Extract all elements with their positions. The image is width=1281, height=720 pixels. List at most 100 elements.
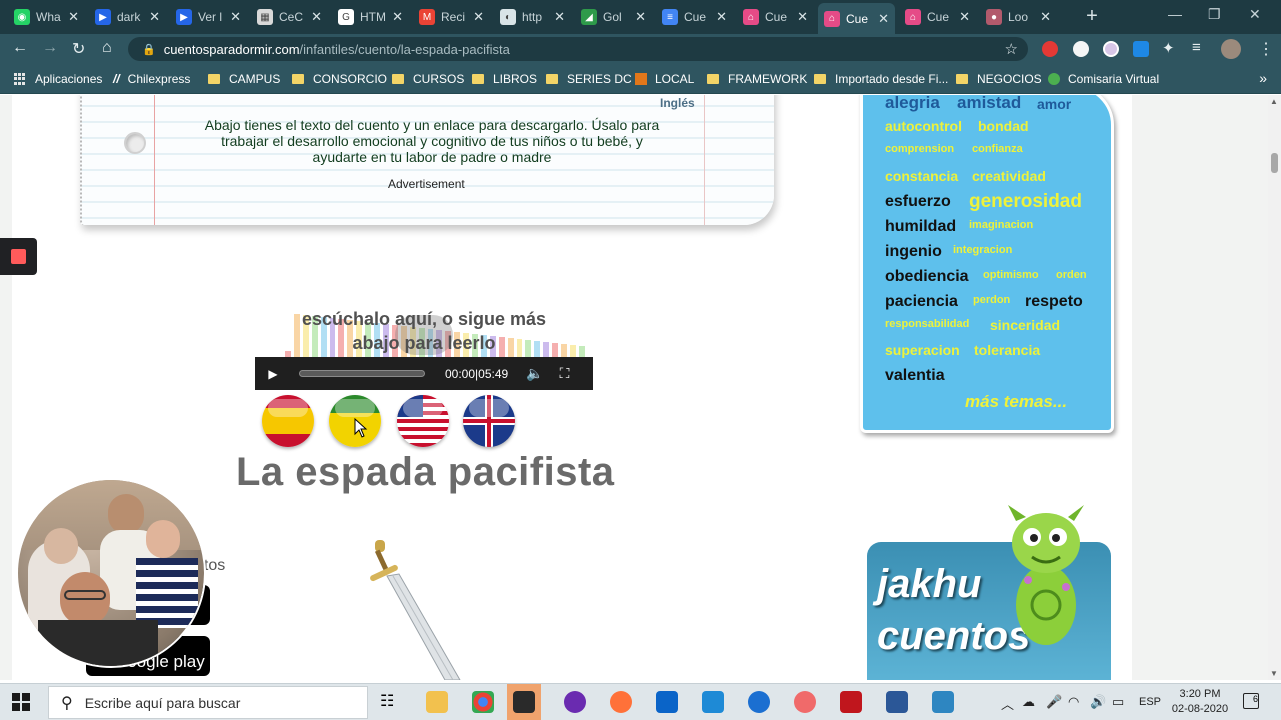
cloud-icon[interactable]: ☁ xyxy=(1022,694,1035,710)
more-bookmarks-icon[interactable]: » xyxy=(1259,70,1267,86)
topic-tag[interactable]: valentia xyxy=(885,367,945,385)
browser-tab[interactable]: ▶ dark ✕ xyxy=(89,4,166,30)
tab-close-icon[interactable]: ✕ xyxy=(149,9,160,25)
tor-icon[interactable] xyxy=(564,691,586,713)
home-icon[interactable]: ⌂ xyxy=(102,39,112,57)
play-icon[interactable]: ▶ xyxy=(265,367,281,381)
bookmark-item[interactable]: CAMPUS xyxy=(208,71,280,87)
topic-tag[interactable]: superacion xyxy=(885,342,960,358)
topic-tag[interactable]: imaginacion xyxy=(969,219,1033,231)
language-indicator[interactable]: ESP xyxy=(1139,696,1161,708)
bookmark-item[interactable]: Comisaria Virtual xyxy=(1048,71,1159,87)
teamviewer-icon[interactable] xyxy=(748,691,770,713)
fullscreen-icon[interactable]: ⛶ xyxy=(560,365,570,382)
minimize-icon[interactable]: — xyxy=(1168,6,1182,22)
topic-tag[interactable]: bondad xyxy=(978,118,1029,134)
task-view-icon[interactable]: ☷ xyxy=(380,691,402,713)
wifi-icon[interactable]: ◠ xyxy=(1068,694,1079,710)
browser-tab[interactable]: ◢ Gol ✕ xyxy=(575,4,652,30)
language-link[interactable]: Inglés xyxy=(660,96,695,110)
photos-icon[interactable] xyxy=(932,691,954,713)
browser-tab[interactable]: ◐ http ✕ xyxy=(494,4,571,30)
menu-dots-icon[interactable]: ⋮ xyxy=(1258,39,1274,59)
flag-usa-icon[interactable] xyxy=(397,395,449,447)
extension-ring-icon[interactable] xyxy=(1103,41,1119,57)
sublime-icon[interactable] xyxy=(513,691,535,713)
notification-center-icon[interactable]: 6 xyxy=(1243,693,1259,709)
topic-tag[interactable]: integracion xyxy=(953,244,1012,256)
reading-list-icon[interactable]: ≡ xyxy=(1192,39,1201,56)
scroll-up-icon[interactable]: ▲ xyxy=(1270,97,1278,106)
bookmark-item[interactable]: SERIES DC xyxy=(546,71,632,87)
bookmark-item[interactable]: // Chilexpress xyxy=(113,71,190,87)
browser-tab[interactable]: ⌂ Cue ✕ xyxy=(818,3,895,34)
bookmark-item[interactable]: Importado desde Fi... xyxy=(814,71,948,87)
filezilla-icon[interactable] xyxy=(840,691,862,713)
extension-circle-icon[interactable] xyxy=(1073,41,1089,57)
topic-tag[interactable]: tolerancia xyxy=(974,342,1040,358)
volume-icon[interactable]: 🔈 xyxy=(526,365,543,382)
browser-tab[interactable]: ● Loo ✕ xyxy=(980,4,1057,30)
scroll-down-icon[interactable]: ▼ xyxy=(1270,669,1278,678)
more-topics-link[interactable]: más temas... xyxy=(965,392,1067,412)
topic-tag[interactable]: obediencia xyxy=(885,268,969,286)
topic-tag[interactable]: constancia xyxy=(885,168,958,184)
flag-uk-icon[interactable] xyxy=(463,395,515,447)
browser-tab[interactable]: ⌂ Cue ✕ xyxy=(899,4,976,30)
extension-adblock-icon[interactable] xyxy=(1042,41,1058,57)
topic-tag[interactable]: sinceridad xyxy=(990,317,1060,333)
browser-tab[interactable]: ▦ CeC ✕ xyxy=(251,4,328,30)
tab-close-icon[interactable]: ✕ xyxy=(716,9,727,25)
topic-tag[interactable]: responsabilidad xyxy=(885,318,969,330)
address-bar[interactable]: 🔒 cuentosparadormir.com /infantiles/cuen… xyxy=(128,37,1028,61)
outlook-icon[interactable] xyxy=(656,691,678,713)
bookmark-item[interactable]: CONSORCIO xyxy=(292,71,387,87)
taskbar-clock[interactable]: 3:20 PM 02-08-2020 xyxy=(1170,687,1230,717)
topic-tag[interactable]: amor xyxy=(1037,96,1071,112)
tab-close-icon[interactable]: ✕ xyxy=(797,9,808,25)
spiral-app-icon[interactable] xyxy=(794,691,816,713)
bookmark-item[interactable]: Aplicaciones xyxy=(14,71,102,87)
windows-start-icon[interactable] xyxy=(12,693,30,711)
puzzle-icon[interactable]: ✦ xyxy=(1162,39,1175,57)
topic-tag[interactable]: creatividad xyxy=(972,168,1046,184)
topic-tag[interactable]: amistad xyxy=(957,95,1021,113)
browser-tab[interactable]: G HTM ✕ xyxy=(332,4,409,30)
topic-tag[interactable]: perdon xyxy=(973,294,1010,306)
tab-close-icon[interactable]: ✕ xyxy=(635,9,646,25)
topic-tag[interactable]: alegria xyxy=(885,95,940,113)
firefox-icon[interactable] xyxy=(610,691,632,713)
forward-icon[interactable]: → xyxy=(42,39,58,57)
browser-tab[interactable]: ⌂ Cue ✕ xyxy=(737,4,814,30)
topic-tag[interactable]: humildad xyxy=(885,218,956,236)
tab-close-icon[interactable]: ✕ xyxy=(230,9,241,25)
tab-close-icon[interactable]: ✕ xyxy=(311,9,322,25)
flag-spain-icon[interactable] xyxy=(262,395,314,447)
new-tab-button[interactable]: + xyxy=(1080,5,1104,29)
tab-close-icon[interactable]: ✕ xyxy=(554,9,565,25)
close-window-icon[interactable]: ✕ xyxy=(1249,6,1261,23)
browser-tab[interactable]: ◉ Wha ✕ xyxy=(8,4,85,30)
tab-close-icon[interactable]: ✕ xyxy=(392,9,403,25)
screen-recorder-stop-button[interactable] xyxy=(0,238,37,275)
tab-close-icon[interactable]: ✕ xyxy=(1040,9,1051,25)
topic-tag[interactable]: orden xyxy=(1056,269,1087,281)
topic-tag[interactable]: respeto xyxy=(1025,293,1083,311)
volume-tray-icon[interactable]: 🔊 xyxy=(1090,694,1106,710)
topic-tag[interactable]: ingenio xyxy=(885,243,942,261)
audio-progress-track[interactable] xyxy=(299,370,425,377)
bookmark-star-icon[interactable]: ☆ xyxy=(1005,40,1018,58)
bookmark-item[interactable]: LIBROS xyxy=(472,71,537,87)
topic-tag[interactable]: autocontrol xyxy=(885,118,962,134)
microphone-icon[interactable]: 🎤 xyxy=(1046,694,1062,710)
tray-chevron-icon[interactable]: ︿ xyxy=(1001,694,1014,713)
tab-close-icon[interactable]: ✕ xyxy=(959,9,970,25)
extension-blue-icon[interactable] xyxy=(1133,41,1149,57)
bookmark-item[interactable]: LOCAL xyxy=(635,71,694,87)
tab-close-icon[interactable]: ✕ xyxy=(878,11,889,27)
reload-icon[interactable]: ↻ xyxy=(72,39,85,59)
bookmark-item[interactable]: NEGOCIOS xyxy=(956,71,1042,87)
back-icon[interactable]: ← xyxy=(12,39,28,57)
topic-tag[interactable]: comprension xyxy=(885,143,954,155)
page-scrollbar[interactable]: ▲ ▼ xyxy=(1268,95,1281,680)
